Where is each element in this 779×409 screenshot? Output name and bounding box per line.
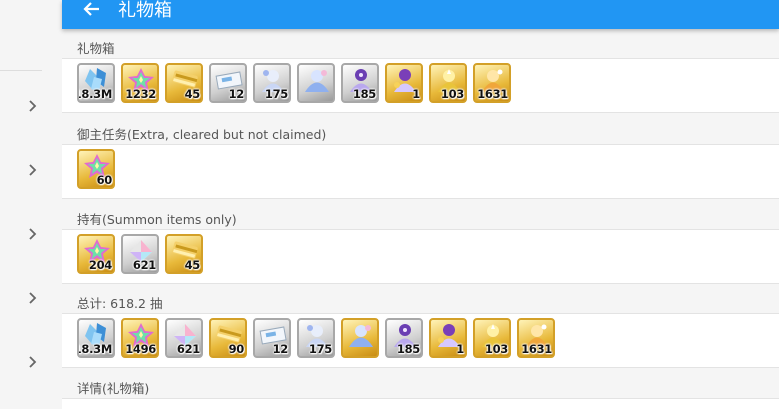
item-quantity: 185 — [396, 342, 420, 356]
item-quantity: 1631 — [521, 342, 552, 356]
section-title: 总计: 618.2 抽 — [77, 296, 163, 311]
item-tile[interactable]: 621 — [165, 318, 203, 358]
app-bar: 礼物箱 — [62, 0, 779, 29]
item-tile[interactable]: 621 — [121, 234, 159, 274]
item-tile[interactable] — [341, 318, 379, 358]
item-quantity: 12 — [228, 87, 245, 101]
item-quantity: 18.3M — [77, 342, 112, 356]
item-quantity: 90 — [228, 342, 245, 356]
item-tile[interactable]: 1631 — [473, 63, 511, 103]
section-title: 礼物箱 — [77, 41, 115, 56]
item-quantity: 12 — [272, 342, 289, 356]
item-tile[interactable]: 90 — [209, 318, 247, 358]
item-quantity: 175 — [264, 87, 288, 101]
item-quantity: 1232 — [125, 87, 156, 101]
item-quantity: 1631 — [477, 87, 508, 101]
item-quantity: 1 — [456, 342, 464, 356]
item-quantity: 1 — [412, 87, 420, 101]
chevron-right-icon[interactable] — [27, 100, 39, 112]
item-tile[interactable]: 18.3M — [77, 318, 115, 358]
item-quantity: 103 — [440, 87, 464, 101]
item-quantity: 621 — [132, 258, 156, 272]
item-tile[interactable]: 18.3M — [77, 63, 115, 103]
item-quantity: 185 — [352, 87, 376, 101]
page-title: 礼物箱 — [118, 0, 172, 21]
item-tile[interactable]: 12 — [209, 63, 247, 103]
sidebar — [0, 0, 63, 403]
chevron-right-icon[interactable] — [27, 356, 39, 368]
item-tile[interactable]: 175 — [253, 63, 291, 103]
item-tile[interactable]: 45 — [165, 63, 203, 103]
item-tile[interactable]: 1631 — [517, 318, 555, 358]
item-quantity: 204 — [88, 258, 112, 272]
item-quantity: 60 — [96, 173, 113, 187]
item-tile[interactable]: 45 — [165, 234, 203, 274]
chevron-right-icon[interactable] — [27, 292, 39, 304]
gift-box-panel: 礼物箱 18.3M 1232 45 12 175 185 1 103 1631 御主任务(Ext… — [62, 29, 779, 409]
item-tile[interactable]: 175 — [297, 318, 335, 358]
item-tile[interactable]: 103 — [473, 318, 511, 358]
item-quantity: 45 — [184, 258, 201, 272]
item-tile[interactable]: 1496 — [121, 318, 159, 358]
item-quantity: 1496 — [125, 342, 156, 356]
item-row: 204 621 45 — [62, 229, 779, 284]
item-quantity: 621 — [176, 342, 200, 356]
section-title: 详情(礼物箱) — [77, 381, 150, 396]
item-tile[interactable]: 103 — [429, 63, 467, 103]
item-tile[interactable]: 185 — [341, 63, 379, 103]
chevron-right-icon[interactable] — [27, 164, 39, 176]
item-row: 18.3M 1496 621 90 12 175 185 1 103 1631 — [62, 313, 779, 368]
item-quantity: 45 — [184, 87, 201, 101]
item-tile[interactable]: 12 — [253, 318, 291, 358]
item-tile[interactable]: 60 — [77, 149, 115, 189]
item-tile[interactable] — [297, 63, 335, 103]
item-row: 18.3M 1232 45 12 175 185 1 103 1631 — [62, 58, 779, 113]
chevron-right-icon[interactable] — [27, 228, 39, 240]
item-tile[interactable]: 1 — [429, 318, 467, 358]
sidebar-divider — [0, 70, 42, 71]
item-quantity: 18.3M — [77, 87, 112, 101]
section-title: 持有(Summon items only) — [77, 212, 237, 227]
item-tile[interactable]: 185 — [385, 318, 423, 358]
item-quantity: 175 — [308, 342, 332, 356]
section-title: 御主任务(Extra, cleared but not claimed) — [77, 127, 327, 142]
item-row: 60 — [62, 144, 779, 199]
item-tile[interactable]: 1 — [385, 63, 423, 103]
item-tile[interactable]: 1232 — [121, 63, 159, 103]
item-quantity: 103 — [484, 342, 508, 356]
back-arrow-icon[interactable] — [82, 0, 100, 18]
item-tile[interactable]: 204 — [77, 234, 115, 274]
item-row — [62, 398, 779, 409]
